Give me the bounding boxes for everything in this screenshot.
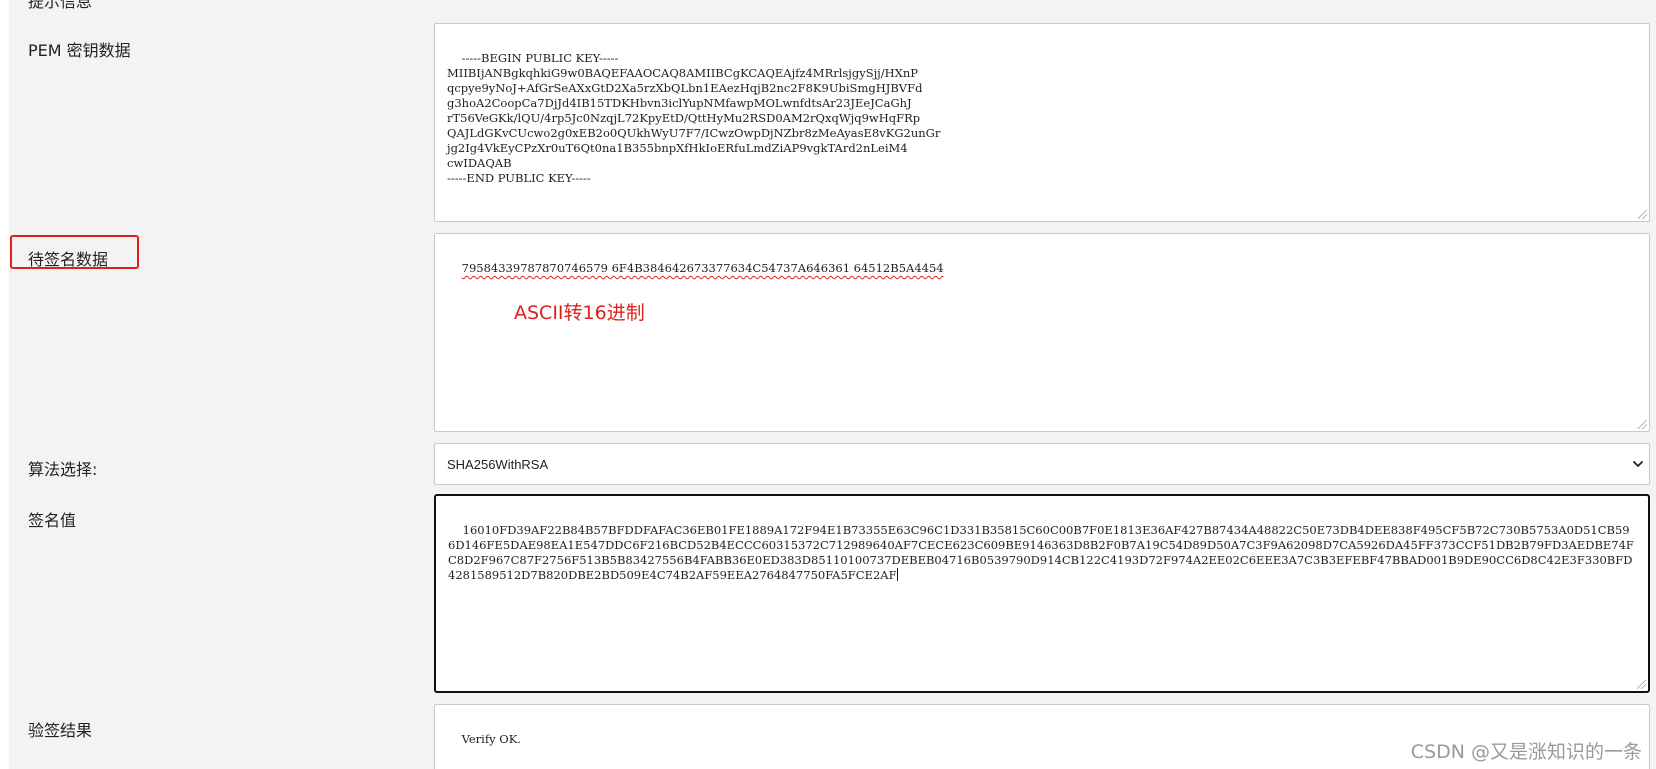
signature-text: 16010FD39AF22B84B57BFDDFAFAC36EB01FE1889… [448, 523, 1634, 582]
algorithm-selected-value: SHA256WithRSA [447, 456, 549, 472]
left-edge-strip [0, 0, 9, 769]
signature-label: 签名值 [28, 511, 77, 530]
resize-grip-icon[interactable] [1638, 420, 1647, 429]
text-caret [896, 568, 898, 581]
signature-textarea[interactable]: 16010FD39AF22B84B57BFDDFAFAC36EB01FE1889… [434, 494, 1650, 693]
pem-key-text: -----BEGIN PUBLIC KEY----- MIIBIjANBgkqh… [447, 51, 941, 185]
data-to-sign-label: 待签名数据 [28, 250, 109, 269]
data-to-sign-textarea[interactable]: 79584339787870746579 6F4B384642673377634… [434, 233, 1650, 432]
clipped-top-label: 提示信息 [28, 0, 93, 11]
data-to-sign-text: 79584339787870746579 6F4B384642673377634… [461, 261, 944, 275]
verify-result-label: 验签结果 [28, 721, 93, 740]
algorithm-label: 算法选择: [28, 460, 98, 479]
resize-grip-icon[interactable] [1637, 680, 1646, 689]
signature-verify-page: 提示信息 PEM 密钥数据 -----BEGIN PUBLIC KEY-----… [0, 0, 1656, 769]
csdn-watermark: CSDN @又是涨知识的一条 [1410, 741, 1642, 763]
verify-result-text: Verify OK. [461, 732, 521, 746]
chevron-down-icon[interactable] [1631, 457, 1645, 471]
pem-key-label: PEM 密钥数据 [28, 41, 131, 60]
algorithm-select[interactable]: SHA256WithRSA [434, 443, 1650, 485]
ascii-to-hex-annotation: ASCII转16进制 [514, 302, 645, 324]
resize-grip-icon[interactable] [1638, 210, 1647, 219]
pem-key-textarea[interactable]: -----BEGIN PUBLIC KEY----- MIIBIjANBgkqh… [434, 23, 1650, 222]
